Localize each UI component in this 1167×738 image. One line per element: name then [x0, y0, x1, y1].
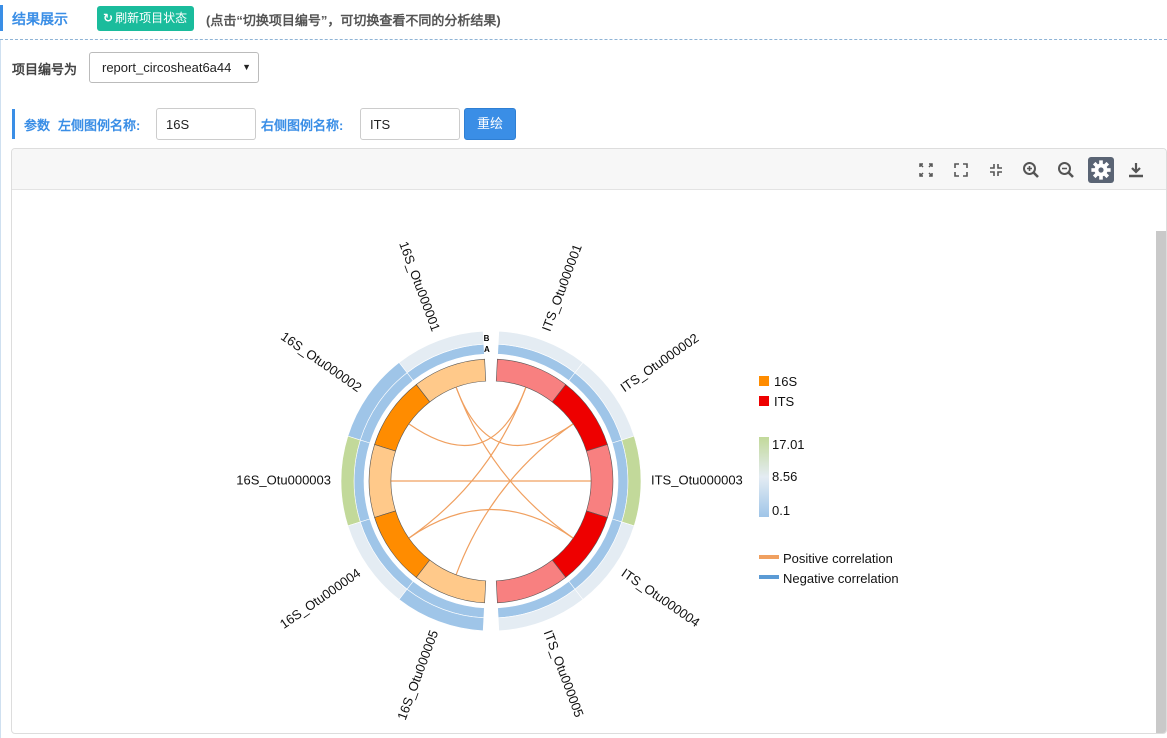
group-legend-swatch: [759, 396, 769, 406]
link-legend-swatch: [759, 575, 779, 579]
section-title: 结果展示: [12, 11, 68, 27]
otu-label: ITS_Otu000003: [651, 472, 743, 487]
group-legend-label: 16S: [774, 374, 797, 389]
correlation-link: [455, 423, 574, 575]
heat-legend-mid-label: 8.56: [772, 469, 797, 484]
heat-legend-min-label: 0.1: [772, 503, 790, 518]
track-label: A: [484, 345, 490, 354]
heat-legend-max-label: 17.01: [772, 437, 805, 452]
vertical-scrollbar[interactable]: [1156, 231, 1166, 733]
params-accent-bar: [12, 109, 15, 139]
left-legend-name-input[interactable]: [156, 108, 256, 140]
group-legend-label: ITS: [774, 394, 795, 409]
otu-label: 16S_Otu000003: [236, 472, 331, 487]
otu-label: 16S_Otu000004: [277, 565, 363, 631]
dropdown-arrow-icon: ▼: [242, 62, 251, 72]
switch-project-hint: (点击“切换项目编号”，可切换查看不同的分析结果): [206, 13, 501, 28]
legend-layer: 16S ITS 17.01 8.56 0.1 Positive correlation Ne…: [759, 374, 899, 586]
refresh-icon: ↻: [103, 11, 114, 25]
top-header-bar: 结果展示 ↻ 刷新项目状态 (点击“切换项目编号”，可切换查看不同的分析结果): [0, 0, 1167, 40]
otu-label: ITS_Otu000004: [619, 565, 703, 630]
otu-label: 16S_Otu000005: [394, 628, 441, 722]
group-legend-swatch: [759, 376, 769, 386]
section-accent-bar: [0, 5, 3, 31]
otu-label: 16S_Otu000002: [278, 329, 364, 395]
right-legend-name-input[interactable]: [360, 108, 460, 140]
left-border-rule: [0, 40, 1, 738]
otu-label: 16S_Otu000001: [396, 239, 443, 333]
correlation-link: [408, 508, 574, 539]
otu-label: ITS_Otu000005: [541, 628, 587, 719]
left-legend-name-label: 左侧图例名称:: [58, 118, 141, 133]
params-title: 参数: [24, 118, 51, 133]
project-id-selected-value: report_circosheat6a44: [102, 60, 232, 75]
chart-panel: B A ITS_Otu000001 ITS_Otu000002 ITS_Otu00000…: [11, 148, 1167, 734]
project-id-label: 项目编号为: [12, 62, 78, 77]
refresh-project-status-button[interactable]: ↻ 刷新项目状态: [97, 6, 194, 31]
link-legend-swatch: [759, 555, 779, 559]
link-legend-label: Positive correlation: [783, 551, 893, 566]
links-layer: [391, 387, 591, 575]
right-legend-name-label: 右侧图例名称:: [261, 118, 344, 133]
correlation-link: [408, 387, 527, 539]
refresh-button-label: 刷新项目状态: [115, 11, 188, 25]
otu-label: ITS_Otu000001: [539, 242, 585, 333]
project-id-select[interactable]: report_circosheat6a44 ▼: [89, 52, 259, 83]
correlation-link: [455, 387, 574, 539]
heat-legend-bar: [759, 437, 769, 517]
redraw-button[interactable]: 重绘: [464, 108, 516, 140]
circos-chart: BA ITS_Otu000001 ITS_Otu000002 ITS_Otu00000…: [236, 239, 899, 722]
otu-label: ITS_Otu000002: [617, 330, 701, 395]
link-legend-label: Negative correlation: [783, 571, 899, 586]
track-label: B: [484, 334, 490, 343]
